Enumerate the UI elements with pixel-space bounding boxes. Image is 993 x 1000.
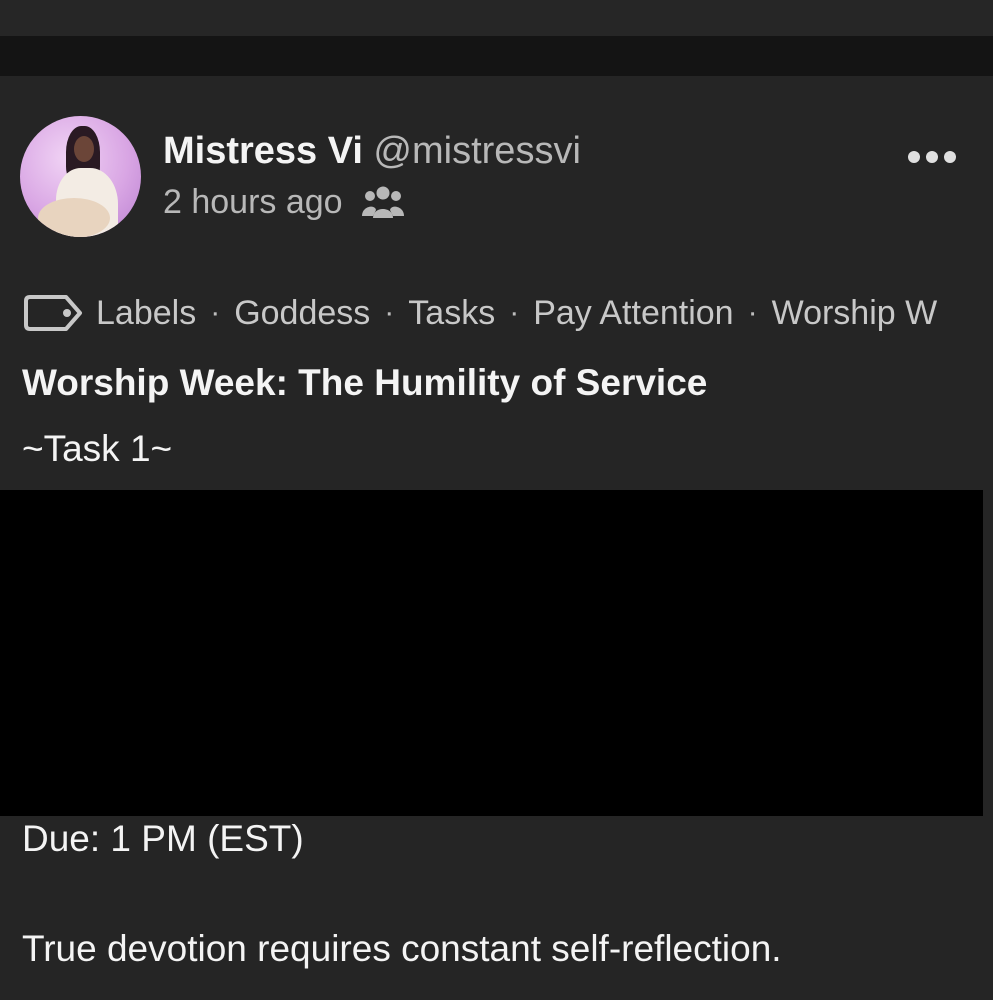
label-chip[interactable]: Worship W xyxy=(772,294,938,333)
labels-row: Labels · Goddess · Tasks · Pay Attention… xyxy=(22,290,969,336)
task-heading: ~Task 1~ xyxy=(22,428,173,469)
top-bar xyxy=(0,0,993,36)
post-title[interactable]: Worship Week: The Humility of Service xyxy=(22,362,707,404)
label-chip[interactable]: Goddess xyxy=(234,294,370,333)
avatar-face xyxy=(74,136,94,162)
post-body-text: True devotion requires constant self-ref… xyxy=(22,928,782,969)
author-display-name[interactable]: Mistress Vi xyxy=(163,130,363,172)
more-dot xyxy=(926,151,938,163)
more-dot xyxy=(944,151,956,163)
label-separator: · xyxy=(384,296,395,329)
label-separator: · xyxy=(210,296,221,329)
author-avatar[interactable] xyxy=(20,116,141,237)
label-chip[interactable]: Tasks xyxy=(408,294,495,333)
label-separator: · xyxy=(509,296,520,329)
post-meta-row: 2 hours ago xyxy=(163,180,405,224)
avatar-fur xyxy=(38,198,110,237)
more-dot xyxy=(908,151,920,163)
more-options-icon[interactable] xyxy=(908,145,956,169)
post-timestamp: 2 hours ago xyxy=(163,182,343,221)
tag-icon xyxy=(24,295,82,331)
redacted-block xyxy=(0,490,983,816)
group-icon xyxy=(361,186,404,218)
author-name-row: Mistress Vi @mistressvi xyxy=(163,130,581,180)
label-separator: · xyxy=(747,296,758,329)
feed-divider xyxy=(0,36,993,76)
due-text: Due: 1 PM (EST) xyxy=(22,818,304,859)
author-handle[interactable]: @mistressvi xyxy=(373,130,580,172)
label-chip[interactable]: Labels xyxy=(96,294,196,333)
label-chip[interactable]: Pay Attention xyxy=(533,294,733,333)
